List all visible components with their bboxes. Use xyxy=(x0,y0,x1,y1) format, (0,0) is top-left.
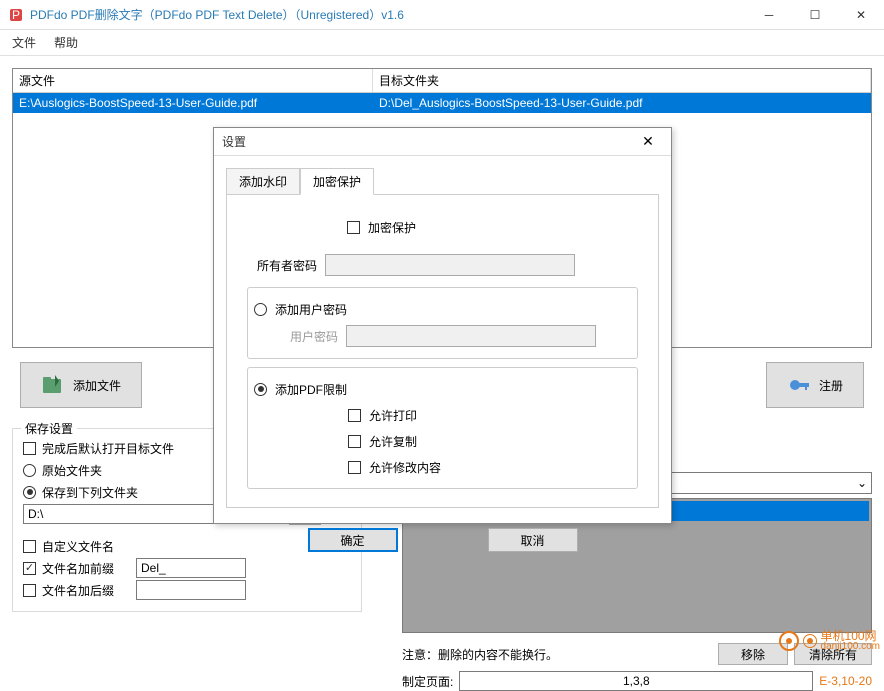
watermark-icon-small xyxy=(803,634,817,648)
allow-modify-checkbox[interactable] xyxy=(348,461,361,474)
table-row[interactable]: E:\Auslogics-BoostSpeed-13-User-Guide.pd… xyxy=(13,93,871,113)
add-file-label: 添加文件 xyxy=(73,377,121,394)
custom-name-checkbox[interactable] xyxy=(23,540,36,553)
open-after-label: 完成后默认打开目标文件 xyxy=(42,440,174,457)
watermark-icon xyxy=(779,631,799,651)
save-to-folder-radio[interactable] xyxy=(23,486,36,499)
add-pdf-limit-radio[interactable] xyxy=(254,383,267,396)
register-button[interactable]: 注册 xyxy=(766,362,864,408)
app-icon: P xyxy=(8,7,24,23)
cancel-button[interactable]: 取消 xyxy=(488,528,578,552)
watermark-url: danji100.com xyxy=(821,642,880,652)
custom-name-label: 自定义文件名 xyxy=(42,538,114,555)
svg-text:P: P xyxy=(12,8,20,22)
allow-copy-label: 允许复制 xyxy=(369,433,417,450)
notice-text: 注意：删除的内容不能换行。 xyxy=(402,646,712,663)
prefix-label: 文件名加前缀 xyxy=(42,560,130,577)
allow-modify-label: 允许修改内容 xyxy=(369,459,441,476)
page-example: E-3,10-20 xyxy=(819,674,872,688)
suffix-checkbox[interactable] xyxy=(23,584,36,597)
owner-pwd-input[interactable] xyxy=(325,254,575,276)
page-label: 制定页面: xyxy=(402,673,453,690)
table-header: 源文件 目标文件夹 xyxy=(13,69,871,93)
prefix-checkbox[interactable] xyxy=(23,562,36,575)
user-pwd-fieldset: 添加用户密码 用户密码 xyxy=(247,287,638,359)
add-user-pwd-label: 添加用户密码 xyxy=(275,301,347,318)
open-after-checkbox[interactable] xyxy=(23,442,36,455)
allow-copy-checkbox[interactable] xyxy=(348,435,361,448)
column-target[interactable]: 目标文件夹 xyxy=(373,69,871,92)
minimize-button[interactable]: ─ xyxy=(746,0,792,30)
tab-encrypt[interactable]: 加密保护 xyxy=(300,168,374,195)
site-watermark: 单机100网 danji100.com xyxy=(779,630,880,652)
allow-print-checkbox[interactable] xyxy=(348,409,361,422)
remove-button[interactable]: 移除 xyxy=(718,643,788,665)
settings-dialog: 设置 ✕ 添加水印 加密保护 加密保护 所有者密码 添加用户密码 用户密码 xyxy=(213,127,672,524)
close-button[interactable]: ✕ xyxy=(838,0,884,30)
window-title: PDFdo PDF删除文字（PDFdo PDF Text Delete）（Unr… xyxy=(30,6,746,23)
allow-print-label: 允许打印 xyxy=(369,407,417,424)
folder-add-icon xyxy=(41,373,65,397)
encrypt-protect-checkbox[interactable] xyxy=(347,221,360,234)
save-to-folder-label: 保存到下列文件夹 xyxy=(42,484,138,501)
dialog-titlebar: 设置 ✕ xyxy=(214,128,671,156)
menu-help[interactable]: 帮助 xyxy=(54,34,78,51)
window-titlebar: P PDFdo PDF删除文字（PDFdo PDF Text Delete）（U… xyxy=(0,0,884,30)
dialog-close-button[interactable]: ✕ xyxy=(633,130,663,154)
orig-folder-label: 原始文件夹 xyxy=(42,462,102,479)
add-file-button[interactable]: 添加文件 xyxy=(20,362,142,408)
chevron-down-icon: ⌄ xyxy=(853,476,871,490)
pdf-limit-fieldset: 添加PDF限制 允许打印 允许复制 允许修改内容 xyxy=(247,367,638,489)
prefix-input[interactable] xyxy=(136,558,246,578)
menu-file[interactable]: 文件 xyxy=(12,34,36,51)
encrypt-protect-label: 加密保护 xyxy=(368,219,416,236)
owner-pwd-label: 所有者密码 xyxy=(247,257,317,274)
page-input[interactable] xyxy=(459,671,813,691)
cell-target: D:\Del_Auslogics-BoostSpeed-13-User-Guid… xyxy=(373,93,871,113)
maximize-button[interactable]: ☐ xyxy=(792,0,838,30)
user-pwd-input[interactable] xyxy=(346,325,596,347)
dialog-title: 设置 xyxy=(222,133,633,150)
dialog-tabs: 添加水印 加密保护 xyxy=(214,168,671,195)
ok-button[interactable]: 确定 xyxy=(308,528,398,552)
orig-folder-radio[interactable] xyxy=(23,464,36,477)
cell-source: E:\Auslogics-BoostSpeed-13-User-Guide.pd… xyxy=(13,93,373,113)
register-label: 注册 xyxy=(819,377,843,394)
add-pdf-limit-label: 添加PDF限制 xyxy=(275,381,347,398)
column-source[interactable]: 源文件 xyxy=(13,69,373,92)
suffix-input[interactable] xyxy=(136,580,246,600)
user-pwd-label: 用户密码 xyxy=(268,328,338,345)
dialog-buttons: 确定 取消 xyxy=(214,520,671,560)
save-legend: 保存设置 xyxy=(21,420,77,437)
add-user-pwd-radio[interactable] xyxy=(254,303,267,316)
key-icon xyxy=(787,373,811,397)
dialog-tab-body: 加密保护 所有者密码 添加用户密码 用户密码 添加PDF限制 允许打印 xyxy=(226,194,659,508)
tab-watermark[interactable]: 添加水印 xyxy=(226,168,300,195)
suffix-label: 文件名加后缀 xyxy=(42,582,130,599)
menubar: 文件 帮助 xyxy=(0,30,884,56)
